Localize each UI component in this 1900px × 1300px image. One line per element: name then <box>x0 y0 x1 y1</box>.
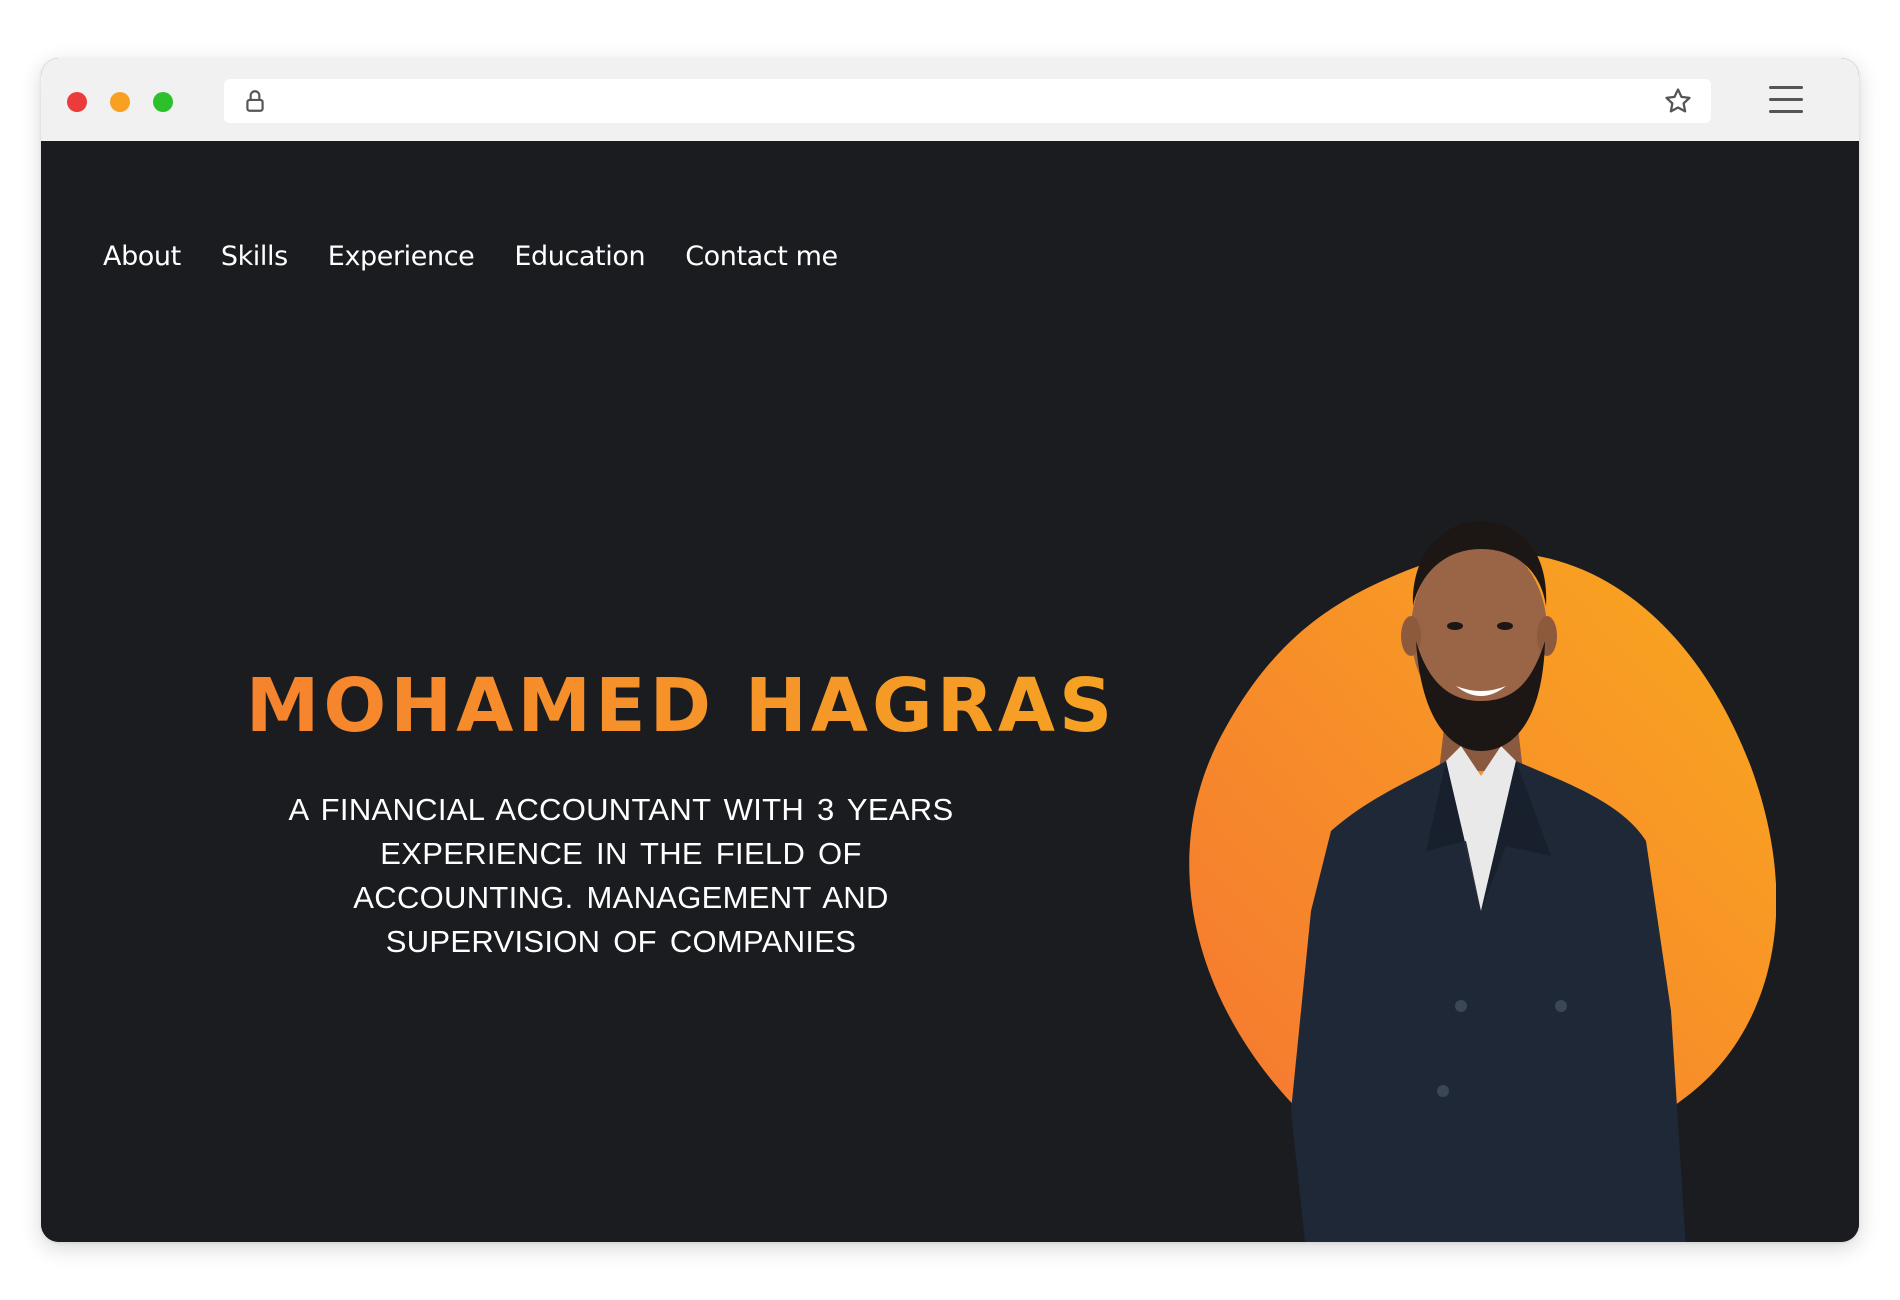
portfolio-page: About Skills Experience Education Contac… <box>41 141 1859 1242</box>
close-window-button[interactable] <box>67 92 87 112</box>
address-bar[interactable] <box>224 79 1711 123</box>
browser-toolbar <box>41 58 1859 141</box>
main-nav: About Skills Experience Education Contac… <box>103 241 838 272</box>
hero-name: MOHAMED HAGRAS <box>181 669 1181 743</box>
nav-link-contact[interactable]: Contact me <box>685 241 838 272</box>
bookmark-star-icon[interactable] <box>1663 86 1693 116</box>
lock-icon <box>246 90 264 112</box>
nav-link-education[interactable]: Education <box>514 241 645 272</box>
hero-description: A FINANCIAL ACCOUNTANT WITH 3 YEARS EXPE… <box>288 792 954 959</box>
minimize-window-button[interactable] <box>110 92 130 112</box>
browser-window: About Skills Experience Education Contac… <box>41 58 1859 1242</box>
nav-link-skills[interactable]: Skills <box>221 241 288 272</box>
maximize-window-button[interactable] <box>153 92 173 112</box>
nav-link-experience[interactable]: Experience <box>328 241 475 272</box>
profile-portrait-image <box>1291 521 1686 1242</box>
hamburger-menu-icon[interactable] <box>1769 86 1803 114</box>
nav-link-about[interactable]: About <box>103 241 181 272</box>
